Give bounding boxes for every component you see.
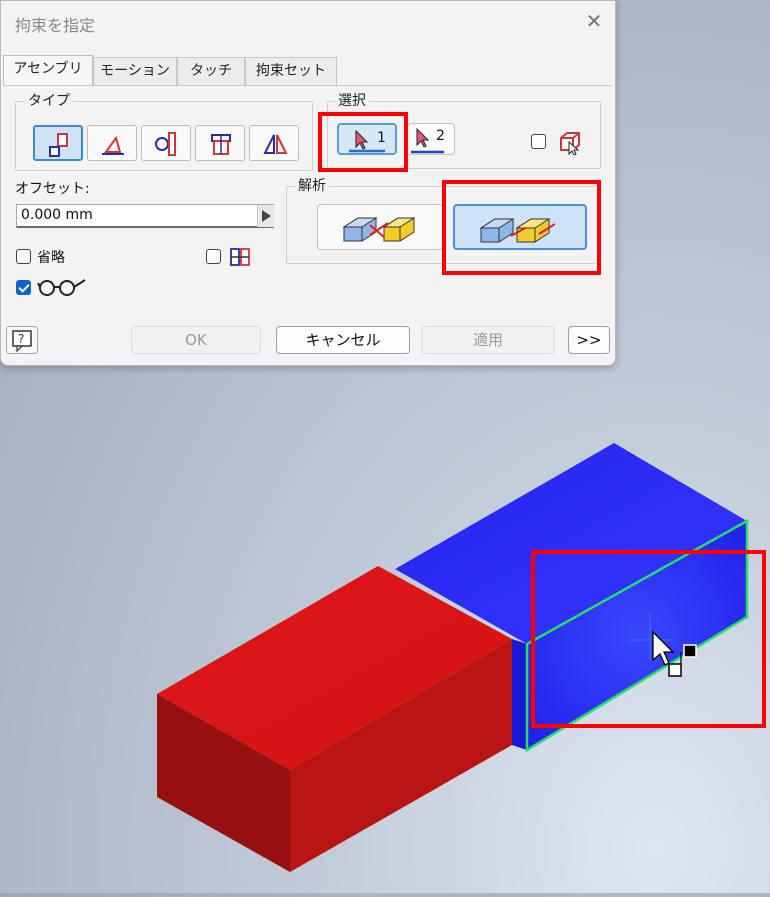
offset-value: 0.000 mm xyxy=(21,207,93,223)
mate-solution-button[interactable] xyxy=(317,204,443,250)
select-2-label: 2 xyxy=(436,128,445,144)
offset-label: オフセット: xyxy=(15,181,90,197)
mate-constraint-icon xyxy=(49,133,68,157)
select-cursor-2-icon xyxy=(411,127,444,154)
predict-offset-checkbox[interactable] xyxy=(16,249,31,264)
insert-type-button[interactable] xyxy=(195,125,245,161)
predict-offset-label: 省略 xyxy=(37,250,65,266)
glasses-icon xyxy=(37,279,86,296)
tab-touch[interactable]: タッチ xyxy=(177,57,245,85)
selection-group-label: 選択 xyxy=(335,90,369,110)
tab-motion[interactable]: モーション xyxy=(93,57,177,85)
select-2-button[interactable]: 2 xyxy=(407,123,455,155)
angle-type-button[interactable] xyxy=(87,125,137,161)
red-box-part[interactable] xyxy=(157,566,512,872)
blue-box-left-face xyxy=(512,639,527,750)
apply-button[interactable]: 適用 xyxy=(421,326,555,354)
cancel-button[interactable]: キャンセル xyxy=(276,326,410,354)
show-preview-checkbox[interactable] xyxy=(16,280,31,295)
symmetry-constraint-icon xyxy=(263,134,288,154)
offset-dropdown-arrow-icon[interactable] xyxy=(257,205,274,227)
limits-icon xyxy=(230,248,250,266)
ok-button[interactable]: OK xyxy=(131,326,261,354)
title-bar[interactable]: 拘束を指定 ✕ xyxy=(1,1,615,45)
mate-solution-icon xyxy=(342,217,416,242)
help-button[interactable]: ? xyxy=(6,326,38,354)
close-icon[interactable]: ✕ xyxy=(582,9,606,33)
highlight-flush-solution xyxy=(442,180,601,275)
more-button[interactable]: >> xyxy=(568,326,610,354)
type-group-label: タイプ xyxy=(25,90,73,110)
help-icon: ? xyxy=(12,330,32,353)
svg-text:?: ? xyxy=(18,332,24,346)
tab-constraint-set[interactable]: 拘束セット xyxy=(245,57,337,85)
tangent-type-button[interactable] xyxy=(141,125,191,161)
highlight-select-1 xyxy=(318,112,408,172)
highlight-selected-face xyxy=(531,550,766,728)
insert-constraint-icon xyxy=(211,134,231,155)
tangent-constraint-icon xyxy=(155,132,176,156)
limits-checkbox[interactable] xyxy=(206,249,221,264)
solution-group-label: 解析 xyxy=(295,175,329,195)
first-part-pick-checkbox[interactable] xyxy=(531,134,546,149)
angle-constraint-icon xyxy=(102,135,124,155)
mate-type-button[interactable] xyxy=(33,125,83,161)
symmetry-type-button[interactable] xyxy=(249,125,299,161)
dialog-title: 拘束を指定 xyxy=(15,16,96,35)
first-part-pick-icon xyxy=(560,132,580,155)
offset-input[interactable]: 0.000 mm xyxy=(16,204,274,228)
tab-assembly[interactable]: アセンブリ xyxy=(3,55,93,85)
